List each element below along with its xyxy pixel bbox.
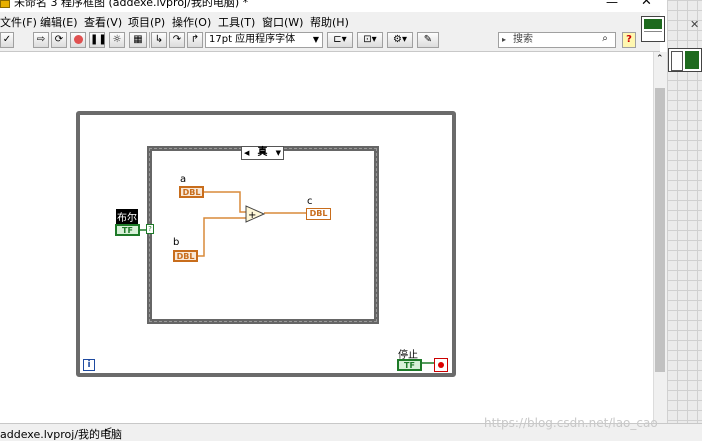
search-placeholder: 搜索 [513,34,533,45]
menu-file[interactable]: 文件(F) [0,14,37,30]
menu-tools[interactable]: 工具(T) [218,14,255,30]
case-selector-label: 真 [257,147,268,158]
clean-up-diagram-icon[interactable]: ✎ [417,32,439,48]
connector-pane-icon[interactable] [668,48,702,72]
iteration-terminal[interactable]: i [83,359,95,371]
run-continuously-icon[interactable]: ⟳ [51,32,67,48]
title-bar: 未命名 3 程序框图 (addexe.lvproj/我的电脑) * — ✕ [0,0,660,12]
control-b-terminal[interactable]: DBL [173,250,198,262]
toolbar: ✓ ⇨ ⟳ ❚❚ ☼ ▦ ↳ ↷ ↱ 17pt 应用程序字体 ▼ ⊏▾ ⊡▾ ⚙… [0,29,660,52]
checkmark-icon[interactable]: ✓ [0,32,14,48]
abort-icon[interactable] [70,32,86,48]
indicator-c-terminal[interactable]: DBL [306,208,331,220]
window-title: 未命名 3 程序框图 (addexe.lvproj/我的电脑) * [14,0,249,9]
search-input-marker-icon: ▸ [502,35,507,44]
menu-bar: 文件(F) 编辑(E) 查看(V) 项目(P) 操作(O) 工具(T) 窗口(W… [0,12,660,29]
case-structure[interactable] [147,146,379,324]
step-out-icon[interactable]: ↱ [187,32,203,48]
align-objects-icon[interactable]: ⊏▾ [327,32,353,48]
front-panel-close-icon[interactable]: ✕ [690,18,699,31]
run-arrow-icon[interactable]: ⇨ [33,32,49,48]
pause-icon[interactable]: ❚❚ [89,32,107,48]
case-next-icon[interactable]: ▼ [276,147,281,159]
control-b-label: b [173,237,180,248]
control-a-label: a [180,174,187,185]
indicator-c-label: c [307,196,313,207]
bool-control-terminal[interactable]: TF [115,224,140,236]
distribute-objects-icon[interactable]: ⊡▾ [357,32,383,48]
case-selector-tunnel: ? [146,224,154,234]
case-selector[interactable]: ◀ 真 ▼ [241,146,284,160]
bool-control-label: 布尔 [116,209,138,224]
reorder-icon[interactable]: ⚙▾ [387,32,413,48]
control-a-terminal[interactable]: DBL [179,186,204,198]
font-select[interactable]: 17pt 应用程序字体 ▼ [205,32,323,48]
menu-project[interactable]: 项目(P) [128,14,165,30]
menu-view[interactable]: 查看(V) [84,14,122,30]
highlight-execution-icon[interactable]: ☼ [109,32,125,48]
menu-edit[interactable]: 编辑(E) [40,14,78,30]
vi-icon[interactable] [641,16,665,42]
stop-condition-terminal[interactable] [434,358,448,372]
minimize-button[interactable]: — [606,0,618,9]
step-over-icon[interactable]: ↷ [169,32,185,48]
step-into-icon[interactable]: ↳ [151,32,167,48]
menu-help[interactable]: 帮助(H) [310,14,349,30]
scroll-up-icon[interactable]: ⌃ [656,54,664,64]
font-select-value: 17pt 应用程序字体 [209,34,296,45]
chevron-down-icon: ▼ [312,35,319,44]
scroll-left-icon[interactable]: < [104,425,112,436]
menu-window[interactable]: 窗口(W) [262,14,303,30]
vertical-scrollbar-thumb[interactable] [655,88,665,372]
search-icon[interactable]: ⌕ [596,32,614,48]
stop-sign-icon [438,362,444,368]
labview-icon [0,0,10,8]
menu-operate[interactable]: 操作(O) [172,14,211,30]
close-button[interactable]: ✕ [641,0,652,9]
stop-terminal[interactable]: TF [397,359,422,371]
case-prev-icon[interactable]: ◀ [244,147,249,159]
retain-wire-values-icon[interactable]: ▦ [129,32,147,48]
watermark: https://blog.csdn.net/lao_cao [484,416,658,430]
context-help-button[interactable]: ? [622,32,636,48]
